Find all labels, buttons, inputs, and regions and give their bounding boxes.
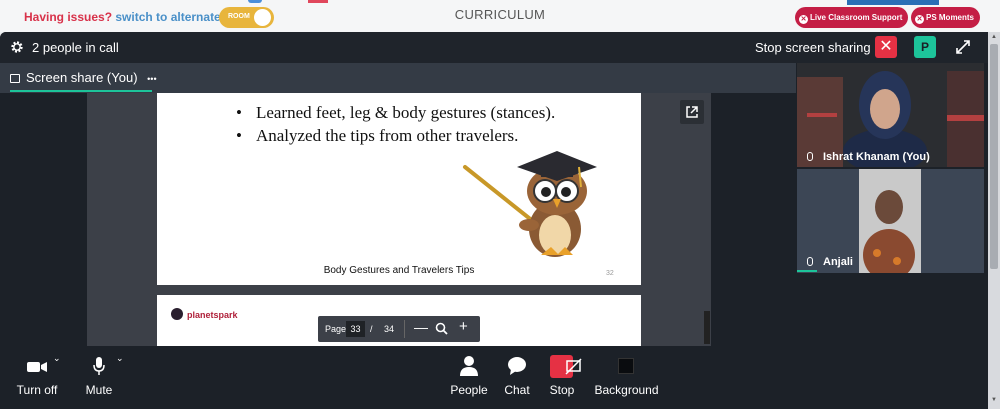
- stop-label: Stop: [549, 383, 575, 397]
- ps-moments-button[interactable]: ✕ PS Moments: [911, 7, 981, 28]
- zoom-out-button[interactable]: —: [414, 319, 428, 335]
- shared-screen: Learned feet, leg & body gestures (stanc…: [0, 93, 796, 355]
- app-frame: Having issues? switch to alternate room …: [0, 0, 1000, 409]
- page-separator: /: [370, 324, 373, 334]
- ps-moments-label: PS Moments: [926, 13, 975, 22]
- people-label: People: [450, 383, 488, 397]
- scroll-up-icon[interactable]: ▲: [991, 34, 997, 40]
- call-toolbar: Turn off ⌄ Mute ⌄ People Chat Stop Backg…: [0, 346, 988, 409]
- live-support-label: Live Classroom Support: [810, 13, 903, 22]
- camera-label: Turn off: [16, 383, 58, 397]
- background-label: Background: [594, 383, 659, 397]
- chevron-down-icon[interactable]: ⌄: [116, 353, 124, 364]
- mute-label: Mute: [85, 383, 113, 397]
- owl-teacher-illustration: [463, 151, 597, 257]
- participant-tile[interactable]: Anjali: [797, 169, 984, 273]
- background-button[interactable]: Background: [593, 346, 660, 409]
- page-label: Page: [325, 324, 347, 334]
- monitor-icon: [10, 74, 20, 83]
- close-circle-icon: ✕: [915, 15, 924, 24]
- decor-stripe: [248, 0, 262, 3]
- planetspark-logo: planetspark: [171, 308, 238, 320]
- viewer-scrollbar[interactable]: [704, 311, 710, 344]
- screen-share-label: Screen share (You): [26, 70, 138, 85]
- stop-share-icon: [550, 355, 582, 378]
- page-controls: Page 33 / 34 — +: [318, 316, 480, 342]
- call-window: 2 people in call Stop screen sharing ✕ P…: [0, 32, 988, 409]
- slide-bullet: Learned feet, leg & body gestures (stanc…: [236, 101, 555, 124]
- window-scrollbar[interactable]: ▲ ▼: [988, 32, 1000, 409]
- mic-icon: [807, 257, 813, 266]
- more-options-icon[interactable]: •••: [147, 74, 156, 84]
- header-tab-chip[interactable]: [847, 0, 939, 5]
- chat-button[interactable]: Chat: [499, 346, 535, 409]
- video-camera-icon: [27, 362, 47, 372]
- call-header: 2 people in call Stop screen sharing ✕ P: [0, 32, 988, 63]
- mic-icon: [807, 152, 813, 161]
- gear-icon[interactable]: [10, 40, 24, 54]
- profile-button[interactable]: P: [914, 36, 936, 58]
- fullscreen-icon[interactable]: [952, 36, 974, 58]
- planet-icon: [171, 308, 183, 320]
- chat-label: Chat: [504, 383, 530, 397]
- chevron-down-icon[interactable]: ⌄: [53, 353, 61, 364]
- scroll-down-icon[interactable]: ▼: [991, 397, 997, 403]
- popout-button[interactable]: [680, 100, 704, 124]
- live-support-button[interactable]: ✕ Live Classroom Support: [795, 7, 909, 28]
- participant-name: Anjali: [807, 256, 853, 268]
- stop-share-button[interactable]: Stop: [538, 346, 586, 409]
- divider: [404, 320, 405, 338]
- people-icon: [460, 356, 478, 376]
- participant-name: Ishrat Khanam (You): [807, 151, 930, 163]
- scrollbar-thumb[interactable]: [990, 44, 998, 269]
- stop-sharing-button[interactable]: ✕: [875, 36, 897, 58]
- zoom-icon[interactable]: [435, 322, 448, 335]
- microphone-icon: [93, 357, 105, 375]
- site-topbar: Having issues? switch to alternate room …: [0, 0, 1000, 32]
- slide-caption: Body Gestures and Travelers Tips: [323, 265, 475, 276]
- decor-stripe: [308, 0, 328, 3]
- speaking-indicator: [797, 270, 817, 272]
- slide-page-number: 32: [606, 270, 614, 277]
- background-icon: [618, 358, 634, 374]
- page-total: 34: [384, 324, 395, 334]
- pdf-viewer: Learned feet, leg & body gestures (stanc…: [87, 93, 711, 355]
- chat-bubble-icon: [508, 357, 526, 375]
- stop-sharing-label: Stop screen sharing: [755, 40, 871, 55]
- slide-page: Learned feet, leg & body gestures (stanc…: [157, 93, 641, 285]
- close-icon: ✕: [879, 38, 893, 55]
- people-button[interactable]: People: [444, 346, 494, 409]
- zoom-in-button[interactable]: +: [459, 318, 468, 335]
- close-circle-icon: ✕: [799, 15, 808, 24]
- screen-share-tab[interactable]: Screen share (You) •••: [10, 70, 157, 85]
- page-input[interactable]: 33: [346, 321, 365, 337]
- external-link-icon: [686, 106, 698, 118]
- active-tab-indicator: [10, 90, 152, 92]
- participant-tile[interactable]: Ishrat Khanam (You): [797, 63, 984, 167]
- people-count: 2 people in call: [32, 40, 119, 55]
- share-tab-bar: Screen share (You) •••: [0, 63, 796, 93]
